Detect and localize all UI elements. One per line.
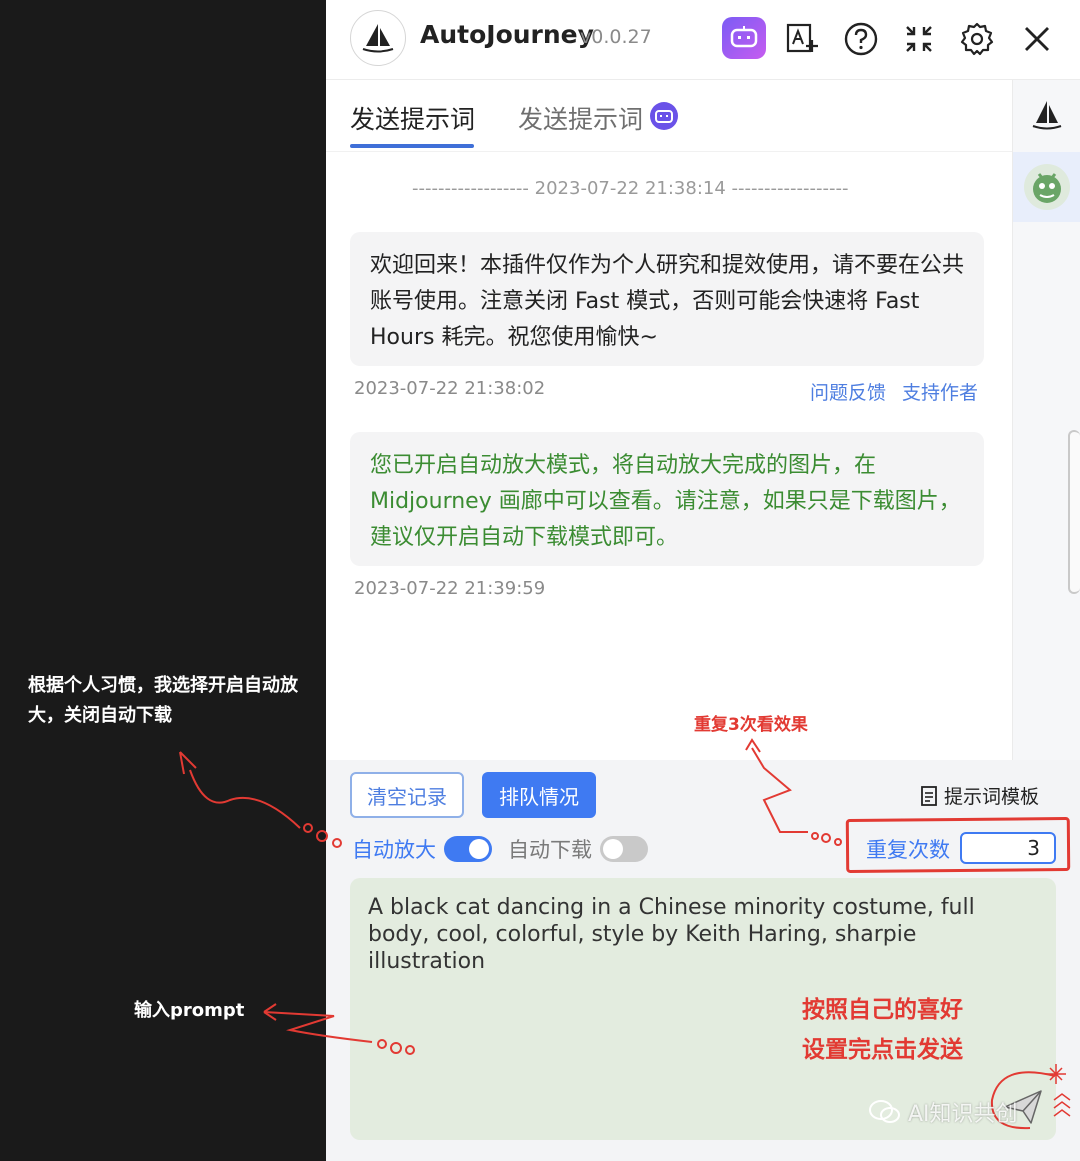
message-time: 2023-07-22 21:38:02: [354, 378, 546, 399]
prompt-template-label: 提示词模板: [944, 786, 1040, 808]
auto-upscale-toggle[interactable]: [444, 836, 492, 862]
autojourney-panel: AutoJourney v0.0.27 发送提示词 发送提示词 --------…: [326, 0, 1080, 1161]
sailboat-icon: [1032, 101, 1062, 130]
gear-icon[interactable]: [956, 18, 998, 60]
scrollbar-handle[interactable]: [1068, 430, 1080, 594]
note-preference: 按照自己的喜好 设置完点击发送: [802, 990, 963, 1070]
repeat-highlight-box: [845, 817, 1071, 873]
panel-header: AutoJourney v0.0.27: [326, 0, 1080, 80]
tab-send-prompt[interactable]: 发送提示词: [350, 100, 475, 136]
active-tab-indicator: [350, 144, 474, 148]
fullscreen-icon[interactable]: [898, 18, 940, 60]
annotation-area: 根据个人习惯，我选择开启自动放大，关闭自动下载 输入prompt: [0, 0, 326, 1161]
queue-status-button[interactable]: 排队情况: [482, 772, 596, 818]
screenshot-stage: 根据个人习惯，我选择开启自动放大，关闭自动下载 输入prompt AutoJou…: [0, 0, 1080, 1161]
help-icon[interactable]: [840, 18, 882, 60]
sidebar-item-bot[interactable]: [1013, 152, 1080, 222]
support-author-link[interactable]: 支持作者: [902, 378, 978, 405]
translate-icon[interactable]: [782, 18, 824, 60]
feedback-link[interactable]: 问题反馈: [810, 378, 886, 405]
sailboat-logo-icon: [362, 24, 394, 53]
app-title: AutoJourney: [420, 20, 594, 49]
sidebar-item-midjourney[interactable]: [1013, 80, 1080, 150]
close-icon[interactable]: [1016, 18, 1058, 60]
app-version: v0.0.27: [580, 26, 652, 48]
prompt-template-button[interactable]: 提示词模板: [920, 782, 1039, 809]
note-preference-line1: 按照自己的喜好: [802, 997, 963, 1023]
wechat-icon: [869, 1100, 900, 1123]
note-preference-line2: 设置完点击发送: [802, 1037, 963, 1063]
message-bubble: 欢迎回来！本插件仅作为个人研究和提效使用，请不要在公共账号使用。注意关闭 Fas…: [350, 232, 984, 366]
tab-send-prompt-bot[interactable]: 发送提示词: [518, 100, 643, 136]
auto-download-label: 自动下载: [508, 838, 592, 862]
clear-history-button[interactable]: 清空记录: [350, 772, 464, 818]
auto-download-toggle[interactable]: [600, 836, 648, 862]
app-logo: [350, 10, 406, 66]
note-toggles: 根据个人习惯，我选择开启自动放大，关闭自动下载: [28, 675, 298, 726]
toggle-knob: [469, 839, 489, 859]
robot-avatar-icon: [1024, 164, 1070, 210]
bot-icon[interactable]: [722, 17, 766, 59]
note-repeat: 重复3次看效果: [694, 715, 808, 735]
chat-log: ------------------ 2023-07-22 21:38:14 -…: [326, 152, 1012, 760]
session-divider: ------------------ 2023-07-22 21:38:14 -…: [412, 178, 849, 199]
auto-upscale-label: 自动放大: [352, 838, 436, 862]
toggle-knob: [603, 839, 623, 859]
message-time: 2023-07-22 21:39:59: [354, 578, 546, 599]
watermark-text: AI知识共创: [908, 1102, 1018, 1127]
document-icon: [921, 785, 937, 806]
watermark: AI知识共创: [868, 1096, 1018, 1128]
system-message-bubble: 您已开启自动放大模式，将自动放大完成的图片，在 Midjourney 画廊中可以…: [350, 432, 984, 566]
note-prompt: 输入prompt: [134, 1000, 245, 1021]
account-sidebar: [1012, 80, 1080, 760]
bot-tab-icon: [650, 102, 678, 130]
